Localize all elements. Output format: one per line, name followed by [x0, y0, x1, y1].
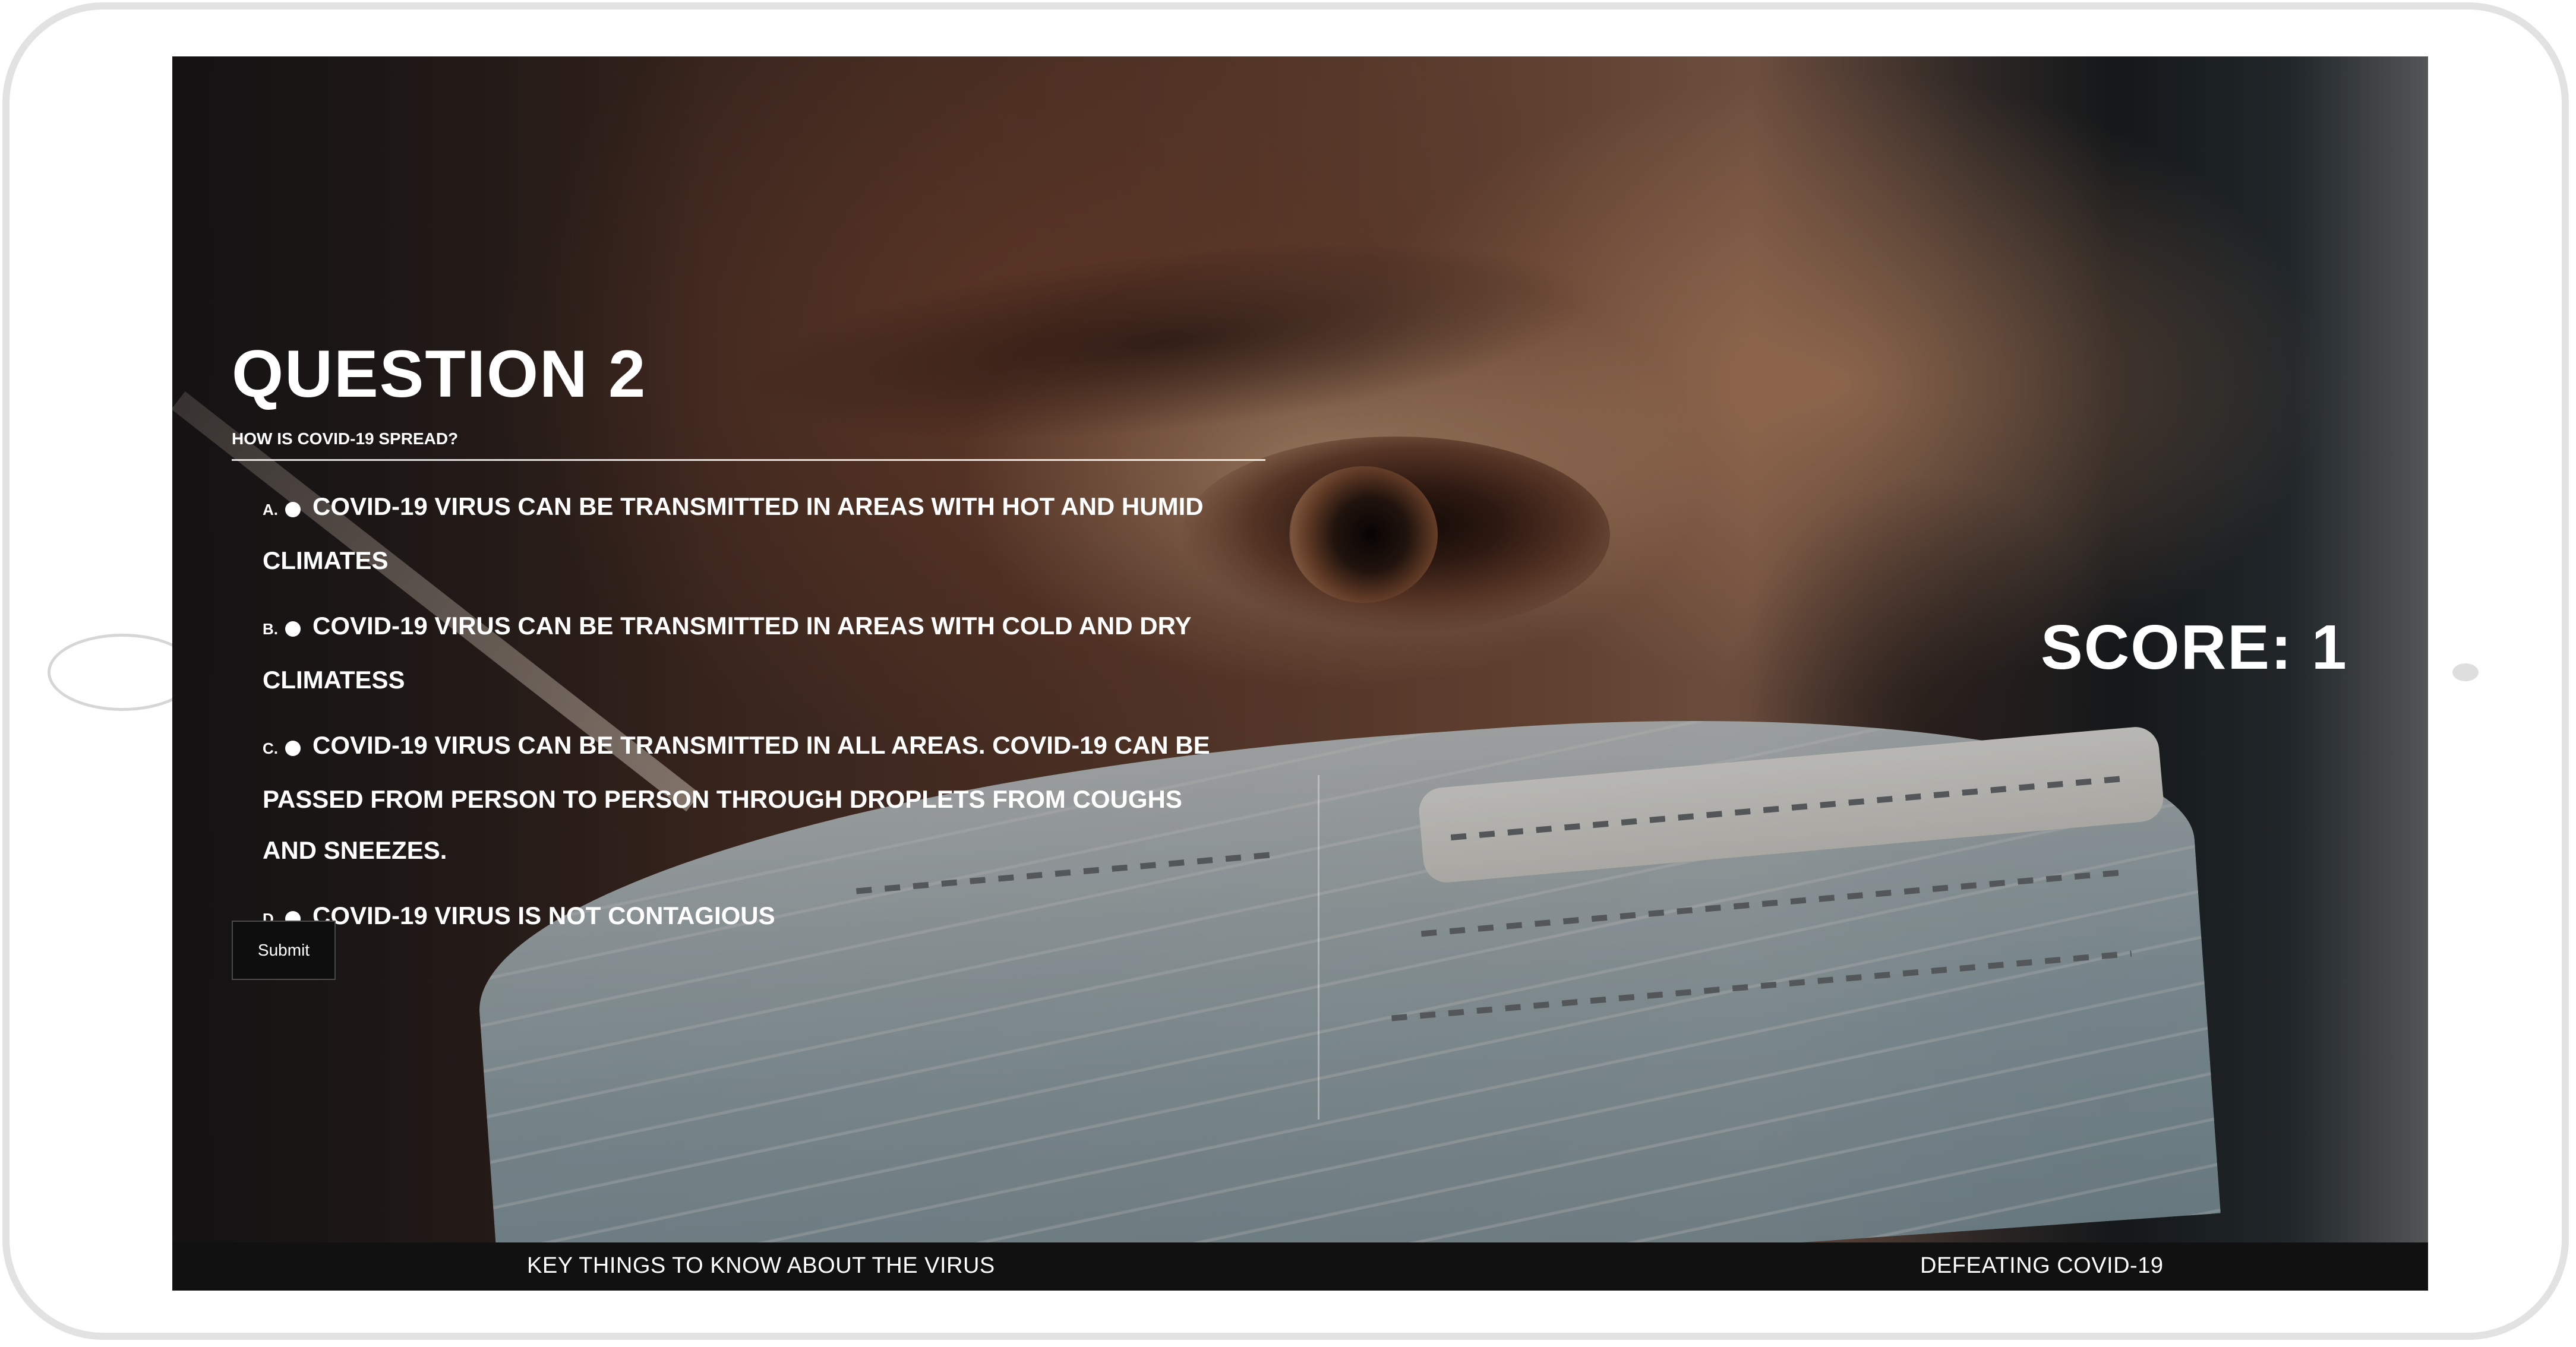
answer-options: A. COVID-19 VIRUS CAN BE TRANSMITTED IN A… [232, 481, 1301, 944]
score-display: SCORE: 1 [2041, 612, 2348, 682]
answer-option-a[interactable]: A. COVID-19 VIRUS CAN BE TRANSMITTED IN A… [263, 481, 1213, 586]
app-screen: QUESTION 2 HOW IS COVID-19 SPREAD? A. COV… [172, 56, 2428, 1291]
option-label: COVID-19 VIRUS CAN BE TRANSMITTED IN ALL… [263, 731, 1210, 864]
option-marker: A. [263, 501, 278, 518]
radio-button-a[interactable] [285, 502, 301, 517]
question-text: HOW IS COVID-19 SPREAD? [232, 429, 1265, 461]
nav-link-defeating-covid[interactable]: DEFEATING COVID-19 [1920, 1253, 2163, 1279]
option-marker: C. [263, 739, 278, 757]
camera-icon [2452, 663, 2479, 681]
footer-nav: KEY THINGS TO KNOW ABOUT THE VIRUS DEFEA… [172, 1242, 2428, 1291]
option-label: COVID-19 VIRUS CAN BE TRANSMITTED IN ARE… [263, 492, 1204, 574]
answer-option-c[interactable]: C. COVID-19 VIRUS CAN BE TRANSMITTED IN A… [263, 720, 1213, 876]
option-marker: B. [263, 620, 278, 638]
radio-button-c[interactable] [285, 741, 301, 756]
answer-option-b[interactable]: B. COVID-19 VIRUS CAN BE TRANSMITTED IN A… [263, 600, 1213, 706]
vertical-divider [1318, 775, 1319, 1120]
nav-link-key-things[interactable]: KEY THINGS TO KNOW ABOUT THE VIRUS [527, 1253, 995, 1279]
quiz-panel: QUESTION 2 HOW IS COVID-19 SPREAD? A. COV… [232, 336, 1301, 959]
radio-button-b[interactable] [285, 621, 301, 637]
submit-button[interactable]: Submit [232, 921, 336, 980]
answer-option-d[interactable]: D. COVID-19 VIRUS IS NOT CONTAGIOUS [263, 890, 1213, 944]
question-title: QUESTION 2 [232, 337, 647, 411]
option-label: COVID-19 VIRUS CAN BE TRANSMITTED IN ARE… [263, 612, 1191, 694]
option-label: COVID-19 VIRUS IS NOT CONTAGIOUS [312, 902, 775, 929]
